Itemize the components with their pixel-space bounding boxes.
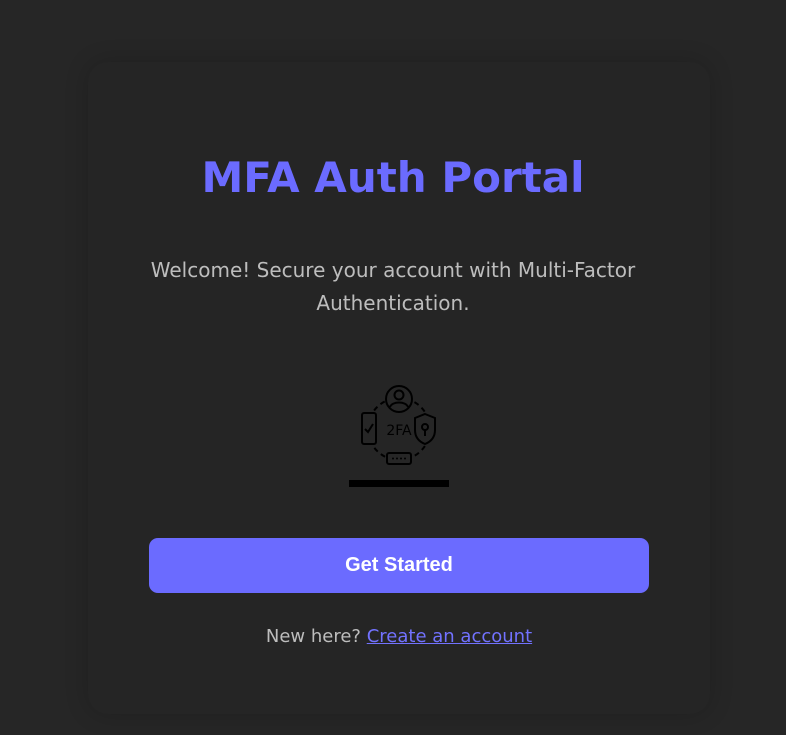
two-factor-auth-icon: 2FA xyxy=(349,385,449,487)
page: MFA Auth Portal Welcome! Secure your acc… xyxy=(0,0,786,735)
create-account-link[interactable]: Create an account xyxy=(367,626,532,647)
page-title: MFA Auth Portal xyxy=(201,153,585,202)
mfa-illustration: 2FA xyxy=(348,384,450,490)
signup-prompt: New here? xyxy=(265,626,361,647)
welcome-text: Welcome! Secure your account with Multi-… xyxy=(150,258,636,315)
two-factor-label: 2FA xyxy=(386,423,412,439)
signup-row: New here? Create an account xyxy=(0,625,786,649)
get-started-button[interactable]: Get Started xyxy=(149,538,649,593)
